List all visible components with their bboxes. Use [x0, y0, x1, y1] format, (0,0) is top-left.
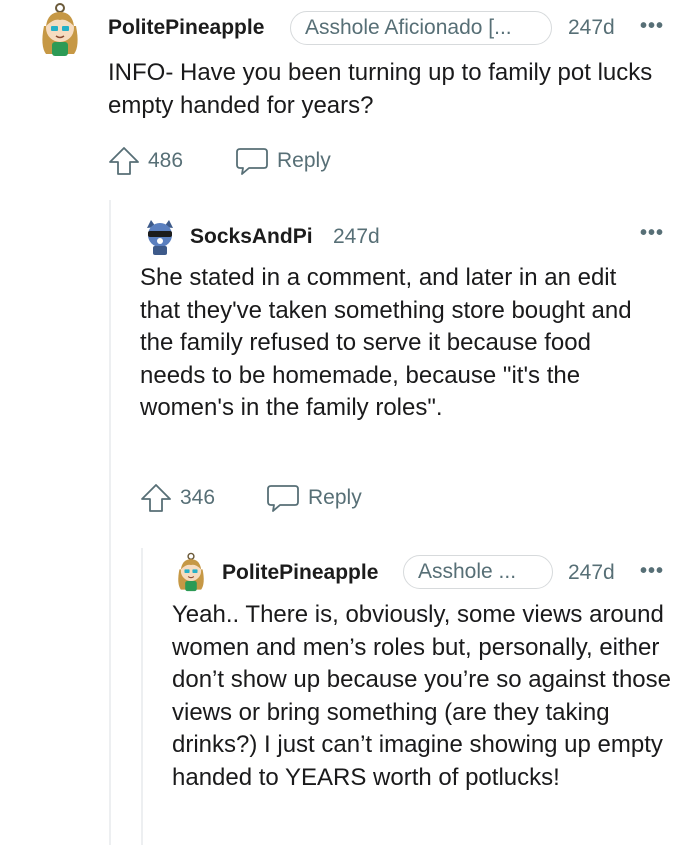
comment-age: 247d	[333, 225, 380, 248]
user-avatar[interactable]	[173, 552, 209, 594]
upvote-button[interactable]: 346	[140, 482, 215, 514]
user-flair-badge: Asshole Aficionado [...	[290, 11, 552, 45]
more-options-button[interactable]: •••	[640, 560, 664, 583]
reply-label: Reply	[308, 486, 362, 509]
comment-body: She stated in a comment, and later in an…	[140, 264, 632, 421]
comment-body: Yeah.. There is, obviously, some views a…	[172, 601, 671, 791]
reply-button[interactable]: Reply	[266, 482, 362, 514]
thread-line[interactable]	[141, 548, 143, 845]
vote-count: 346	[180, 486, 216, 509]
more-options-button[interactable]: •••	[640, 15, 664, 38]
user-flair-badge: Asshole ...	[403, 555, 553, 589]
raccoon-sunglasses-avatar-icon	[147, 220, 173, 255]
comment-username[interactable]: SocksAndPi	[190, 225, 313, 249]
speech-bubble-icon	[236, 148, 268, 175]
reply-label: Reply	[277, 149, 331, 172]
user-avatar[interactable]	[141, 218, 179, 256]
comment-age: 247d	[568, 561, 615, 584]
upvote-button[interactable]: 486	[108, 145, 183, 177]
upvote-arrow-icon	[109, 147, 139, 175]
pineapple-girl-avatar-icon	[178, 552, 204, 592]
comment-username[interactable]: PolitePineapple	[108, 16, 264, 40]
comment-age: 247d	[568, 16, 615, 39]
user-avatar[interactable]	[36, 2, 84, 60]
speech-bubble-icon	[267, 485, 299, 512]
comment-body: INFO- Have you been turning up to family…	[108, 59, 653, 119]
pineapple-girl-avatar-icon	[42, 3, 78, 56]
upvote-arrow-icon	[141, 484, 171, 512]
comment-username[interactable]: PolitePineapple	[222, 561, 378, 585]
reply-button[interactable]: Reply	[235, 145, 331, 177]
thread-line[interactable]	[109, 200, 111, 845]
vote-count: 486	[148, 149, 184, 172]
more-options-button[interactable]: •••	[640, 222, 664, 245]
